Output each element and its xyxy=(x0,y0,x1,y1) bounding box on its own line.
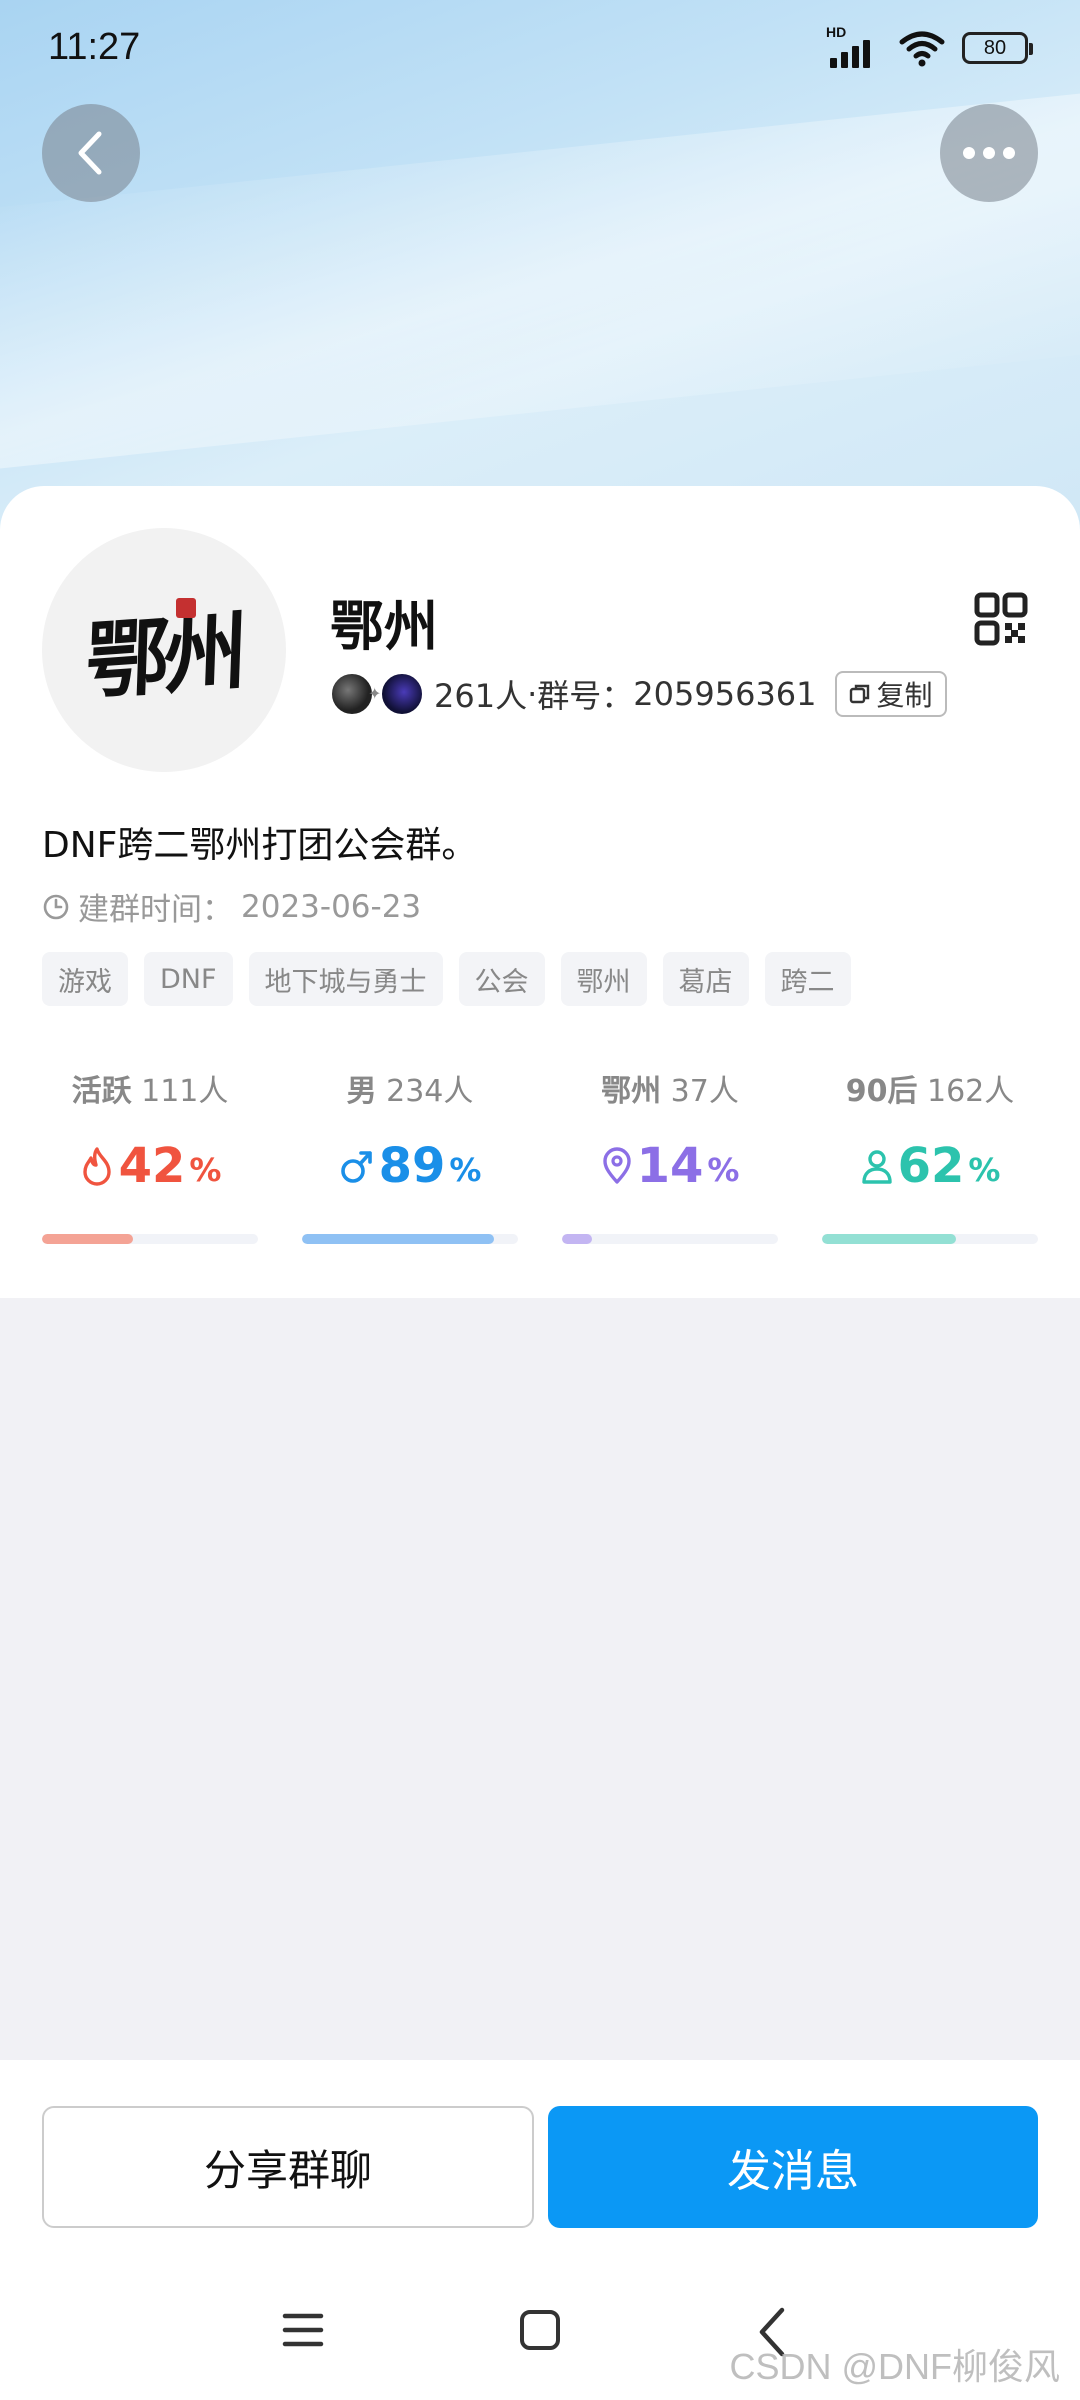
copy-icon xyxy=(849,684,869,704)
status-time: 11:27 xyxy=(48,26,141,68)
stat-progress-bar xyxy=(42,1234,258,1244)
created-label: 建群时间： xyxy=(78,892,233,928)
group-avatar[interactable]: 鄂州 xyxy=(42,528,286,772)
stat-label: 男 234人 xyxy=(346,1074,474,1109)
tag[interactable]: DNF xyxy=(144,952,233,1006)
qr-code-icon[interactable] xyxy=(974,592,1028,646)
stat-male[interactable]: 男 234人 89% xyxy=(302,1066,518,1244)
stat-progress-bar xyxy=(302,1234,518,1244)
tag[interactable]: 公会 xyxy=(458,952,545,1006)
stat-label: 90后 162人 xyxy=(845,1074,1015,1109)
system-nav-bar: CSDN @DNF柳俊风 xyxy=(0,2270,1080,2400)
tag[interactable]: 游戏 xyxy=(42,952,128,1006)
tag-list: 游戏 DNF 地下城与勇士 公会 鄂州 葛店 跨二 xyxy=(42,952,851,1006)
member-avatars[interactable]: ✦ xyxy=(330,672,424,716)
meta-separator: · xyxy=(527,675,538,713)
battery-level: 80 xyxy=(983,36,1007,59)
person-icon xyxy=(861,1150,892,1184)
male-icon xyxy=(340,1151,372,1183)
wifi-icon xyxy=(899,31,945,67)
fire-icon xyxy=(82,1147,111,1186)
copy-label: 复制 xyxy=(876,679,933,712)
group-meta-row: ✦ 261人 · 群号： 205956361 复制 xyxy=(330,666,947,722)
send-message-button[interactable]: 发消息 xyxy=(548,2106,1038,2228)
stat-value: 62% xyxy=(822,1138,1038,1194)
member-stats: 活跃 111人 42% 男 234人 89% 鄂州 37人 14 % 90后 1… xyxy=(42,1066,1038,1244)
tag[interactable]: 鄂州 xyxy=(560,952,647,1006)
stat-age[interactable]: 90后 162人 62% xyxy=(822,1066,1038,1244)
stat-progress-bar xyxy=(562,1234,778,1244)
member-count[interactable]: 261人 xyxy=(434,671,527,717)
group-number: 205956361 xyxy=(633,675,817,713)
stat-value: 14% xyxy=(562,1138,778,1194)
more-button[interactable] xyxy=(940,104,1038,202)
tag[interactable]: 跨二 xyxy=(764,952,851,1006)
clock-icon xyxy=(43,894,69,919)
stat-label: 活跃 111人 xyxy=(71,1074,229,1109)
battery-indicator: 80 xyxy=(962,32,1033,64)
stat-location[interactable]: 鄂州 37人 14% xyxy=(562,1066,778,1244)
member-avatar xyxy=(380,672,424,716)
group-avatar-logo: 鄂州 xyxy=(84,600,244,712)
share-group-button[interactable]: 分享群聊 xyxy=(42,2106,534,2228)
group-info-card: 鄂州 鄂州 ✦ 261人 · 群号： 205956361 复制 DNF跨二鄂州打… xyxy=(0,486,1080,1298)
more-dots-icon xyxy=(963,147,1015,159)
stat-active[interactable]: 活跃 111人 42% xyxy=(42,1066,258,1244)
stat-value: 42% xyxy=(42,1138,258,1194)
created-date: 2023-06-23 xyxy=(241,888,422,925)
status-bar: 11:27 HD 80 xyxy=(0,0,1080,100)
group-number-label: 群号： xyxy=(537,677,634,715)
stat-label: 鄂州 37人 xyxy=(601,1074,739,1109)
home-icon[interactable] xyxy=(520,2310,560,2350)
watermark: CSDN @DNF柳俊风 xyxy=(729,2346,1060,2387)
tag[interactable]: 葛店 xyxy=(662,952,749,1006)
copy-button[interactable]: 复制 xyxy=(834,671,947,717)
status-icons: HD 80 xyxy=(826,24,1033,68)
stat-progress-bar xyxy=(822,1234,1038,1244)
seal-mark xyxy=(176,598,196,618)
tag[interactable]: 地下城与勇士 xyxy=(248,952,443,1006)
location-icon xyxy=(602,1147,631,1184)
chevron-left-icon xyxy=(78,131,102,175)
group-description: DNF跨二鄂州打团公会群。 xyxy=(42,825,478,866)
menu-icon[interactable] xyxy=(282,2310,324,2350)
hd-label: HD xyxy=(826,24,847,40)
signal-icon: HD xyxy=(826,24,882,68)
group-name: 鄂州 xyxy=(330,595,438,658)
created-time: 建群时间： 2023-06-23 xyxy=(42,884,421,929)
back-button[interactable] xyxy=(42,104,140,202)
stat-value: 89% xyxy=(302,1138,518,1194)
